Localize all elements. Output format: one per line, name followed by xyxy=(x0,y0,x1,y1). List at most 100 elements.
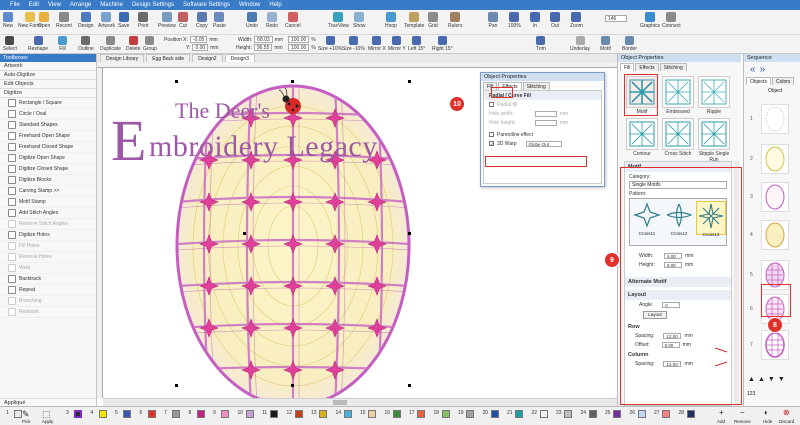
color-swatch[interactable] xyxy=(147,410,156,418)
toolbar-cancel-button[interactable]: Cancel xyxy=(285,12,301,29)
tool-carving-stamp[interactable]: Carving Stamp >> xyxy=(0,186,96,197)
color-swatch[interactable] xyxy=(294,410,303,418)
toolbar-show-button[interactable]: Show xyxy=(353,12,366,29)
menu-view[interactable]: View xyxy=(48,2,61,8)
sequence-object-2[interactable] xyxy=(761,144,789,174)
chevrons-left-icon[interactable]: « xyxy=(750,64,756,75)
tool-digitize-blocks[interactable]: Digitize Blocks xyxy=(0,175,96,186)
tool-repeat[interactable]: Repeat xyxy=(0,285,96,296)
menu-design-settings[interactable]: Design Settings xyxy=(132,2,174,8)
toolbar-cut-button[interactable]: Cut xyxy=(178,12,188,29)
toolbar-100-button[interactable]: 100% xyxy=(508,12,521,29)
toolbar-artwork-button[interactable]: Artwork xyxy=(98,12,115,29)
color-swatch[interactable] xyxy=(196,410,205,418)
tool-fill-holes[interactable]: Fill Holes xyxy=(0,241,96,252)
color-swatch[interactable] xyxy=(490,410,499,418)
toolbar-size-10-button[interactable]: Size +10% xyxy=(318,36,342,52)
tool-freehand-closed-shape[interactable]: Freehand Closed Shape xyxy=(0,142,96,153)
add-button[interactable]: Add xyxy=(717,419,725,424)
discard-icon[interactable]: ⊗ xyxy=(783,408,790,417)
color-swatch[interactable] xyxy=(466,410,474,418)
toolbar-preview-button[interactable]: Preview xyxy=(158,12,176,29)
tool-digitize-open-shape[interactable]: Digitize Open Shape xyxy=(0,153,96,164)
sequence-zoom[interactable]: 123 xyxy=(747,391,755,397)
toolbar-reshape-button[interactable]: Reshape xyxy=(28,36,48,52)
color-swatch[interactable] xyxy=(98,410,107,418)
menu-edit[interactable]: Edit xyxy=(29,2,39,8)
menu-machine[interactable]: Machine xyxy=(100,2,123,8)
color-swatch[interactable] xyxy=(245,410,254,418)
tab-design3[interactable]: Design3 xyxy=(224,54,255,62)
scale-height-field[interactable]: 100.00 % xyxy=(288,44,316,51)
section-auto-digitize[interactable]: Auto-Digitize xyxy=(0,71,96,80)
color-swatch[interactable] xyxy=(515,410,523,418)
fill-type-ripple-button[interactable] xyxy=(698,76,730,108)
sequence-tab-objects[interactable]: Objects xyxy=(746,77,771,85)
height-field[interactable]: Height: 96.55 mm xyxy=(236,44,283,51)
color-swatch[interactable] xyxy=(368,410,376,418)
color-swatch[interactable] xyxy=(123,410,131,418)
color-swatch[interactable] xyxy=(221,410,229,418)
menu-help[interactable]: Help xyxy=(269,2,281,8)
color-swatch[interactable] xyxy=(14,410,22,418)
toolbar-graphics-button[interactable]: Graphics xyxy=(640,12,660,29)
hide-icon[interactable]: ◐ xyxy=(764,408,769,417)
color-swatch[interactable] xyxy=(319,410,327,418)
radial-fill-checkbox[interactable] xyxy=(489,102,494,107)
toolbar-hoop-button[interactable]: Hoop xyxy=(385,12,397,29)
color-swatch[interactable] xyxy=(441,410,450,418)
menu-window[interactable]: Window xyxy=(239,2,260,8)
sequence-tab-colors[interactable]: Colors xyxy=(771,77,795,85)
tab-design-library[interactable]: Design Library xyxy=(100,54,145,62)
toolbar-grid-button[interactable]: Grid xyxy=(428,12,438,29)
tool-digitize-closed-shape[interactable]: Digitize Closed Shape xyxy=(0,164,96,175)
menu-arrange[interactable]: Arrange xyxy=(70,2,91,8)
apply-button[interactable]: Apply xyxy=(42,419,53,424)
toolbar-mirror-y-button[interactable]: Mirror Y xyxy=(388,36,406,52)
tool-redwork[interactable]: Redwork xyxy=(0,307,96,318)
pick-button[interactable]: Pick xyxy=(22,419,31,424)
position-x-field[interactable]: Position X: -0.05 mm xyxy=(164,36,218,43)
color-swatch[interactable] xyxy=(74,410,82,418)
color-swatch[interactable] xyxy=(270,410,278,418)
toolbar-recent-button[interactable]: Recent xyxy=(56,12,72,29)
discard-button[interactable]: Discard xyxy=(779,419,794,424)
color-swatch[interactable] xyxy=(343,410,352,418)
toolbar-fill-button[interactable]: Fill xyxy=(58,36,67,52)
toolbar-duplicate-button[interactable]: Duplicate xyxy=(100,36,121,52)
toolbar-delete-button[interactable]: Delete xyxy=(126,36,140,52)
sequence-object-7[interactable] xyxy=(761,330,789,360)
toolbar-save-button[interactable]: Save xyxy=(118,12,129,29)
toolbar-paste-button[interactable]: Paste xyxy=(213,12,226,29)
toolbar-redo-button[interactable]: Redo xyxy=(266,12,278,29)
toolbar-trueview-button[interactable]: TrueView xyxy=(328,12,349,29)
fill-type-stipple-single-run-button[interactable] xyxy=(698,118,730,150)
move-down-icon[interactable]: ▼ xyxy=(768,376,775,383)
toolbar-open-button[interactable]: Open xyxy=(38,12,50,29)
move-up-icon[interactable]: ▲ xyxy=(758,376,765,383)
toolbar-left-15-button[interactable]: Left 15° xyxy=(408,36,425,52)
menu-file[interactable]: File xyxy=(10,2,20,8)
toolbar-motif-button[interactable]: Motif xyxy=(600,36,611,52)
tool-branching[interactable]: Branching xyxy=(0,296,96,307)
color-swatch[interactable] xyxy=(417,410,425,418)
toolbar-rulers-button[interactable]: Rulers xyxy=(448,12,462,29)
toolbar-right-15-button[interactable]: Right 15° xyxy=(432,36,453,52)
toolbar-zoom-button[interactable]: Zoom xyxy=(570,12,583,29)
sequence-object-1[interactable] xyxy=(761,104,789,134)
color-swatch[interactable] xyxy=(564,410,572,418)
toolbar-trim-button[interactable]: Trim xyxy=(536,36,546,52)
tool-backtrack[interactable]: Backtrack xyxy=(0,274,96,285)
zoom-level-select[interactable]: 146 xyxy=(605,15,627,22)
tool-digitize-holes[interactable]: Digitize Holes xyxy=(0,230,96,241)
panel-tab-fill[interactable]: Fill xyxy=(620,63,635,71)
move-last-icon[interactable]: ▼ xyxy=(778,376,785,383)
panel-tab-stitching[interactable]: Stitching xyxy=(659,63,687,71)
tool-rectangle-square[interactable]: Rectangle / Square xyxy=(0,98,96,109)
fill-type-embossed-button[interactable] xyxy=(662,76,694,108)
color-swatch[interactable] xyxy=(392,410,401,418)
toolbar-template-button[interactable]: Template xyxy=(404,12,424,29)
hole-height-input[interactable] xyxy=(534,119,557,126)
hide-button[interactable]: Hide xyxy=(763,419,772,424)
position-y-field[interactable]: Y: 0.00 mm xyxy=(186,44,219,51)
